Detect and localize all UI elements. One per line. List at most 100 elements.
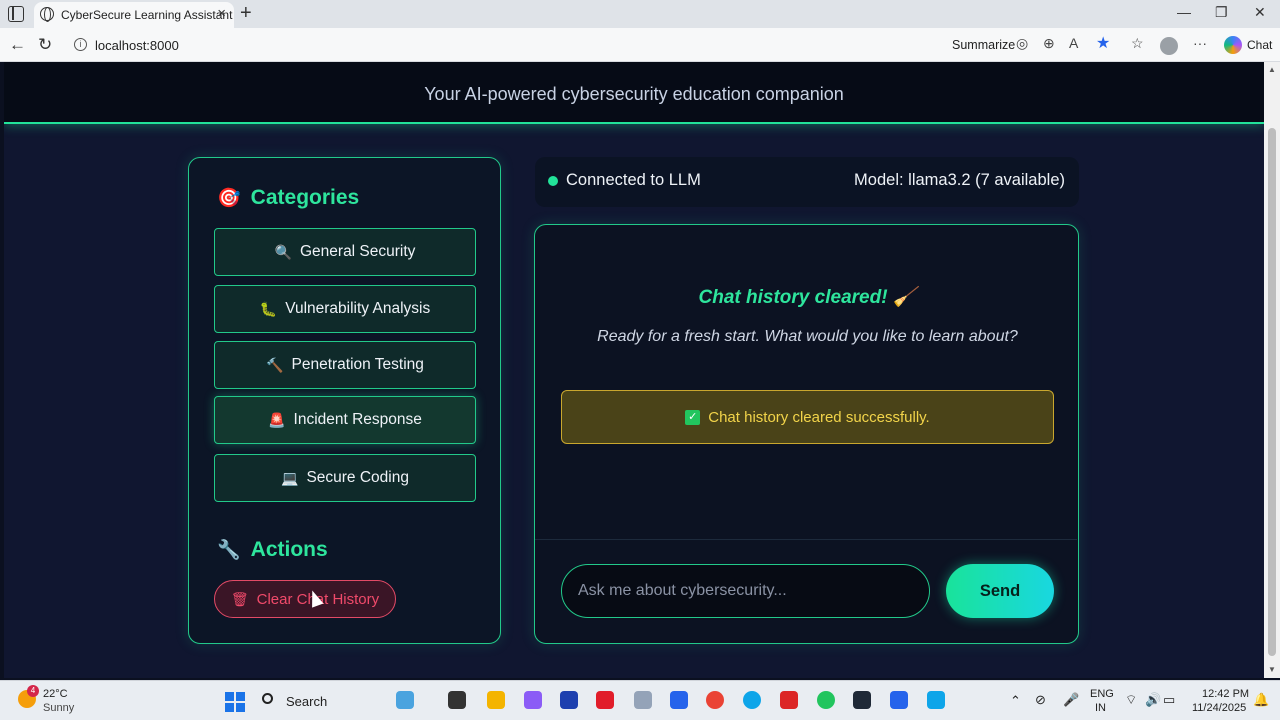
language-secondary[interactable]: IN — [1095, 702, 1106, 714]
chat-button[interactable]: Chat — [1247, 38, 1272, 52]
console-app-icon[interactable] — [853, 691, 871, 709]
chat-heading: Chat history cleared! 🧹 — [698, 287, 917, 308]
clock-time[interactable]: 12:42 PM — [1202, 688, 1249, 700]
summarize-icon[interactable]: ◎ — [1016, 35, 1028, 52]
categories-title: Categories — [250, 186, 360, 209]
tab-title: CyberSecure Learning Assistant — [61, 8, 233, 22]
copilot-icon[interactable] — [1224, 36, 1242, 54]
category-incident-response-button[interactable]: 🚨 Incident Response — [214, 396, 476, 444]
refresh-icon[interactable]: ↻ — [38, 35, 52, 55]
search-icon — [262, 693, 273, 704]
summarize-button[interactable]: Summarize — [952, 38, 1015, 52]
git-app-icon[interactable] — [780, 691, 798, 709]
hammer-icon: 🔨 — [266, 356, 284, 373]
category-secure-coding-button[interactable]: 💻 Secure Coding — [214, 454, 476, 502]
language-primary[interactable]: ENG — [1090, 688, 1114, 700]
battery-icon[interactable]: ▭ — [1163, 692, 1175, 708]
status-dot-icon — [548, 176, 558, 186]
site-info-icon[interactable]: i — [74, 38, 87, 51]
windows-start-icon[interactable] — [225, 692, 245, 712]
notifications-icon[interactable]: 🔔 — [1253, 692, 1269, 708]
scroll-up-icon[interactable]: ▲ — [1268, 65, 1276, 74]
connection-status: Connected to LLM — [566, 171, 701, 189]
category-label: Penetration Testing — [291, 356, 424, 373]
weather-badge: 4 — [27, 685, 39, 697]
maximize-icon[interactable]: ❐ — [1215, 4, 1228, 21]
vscode-app-icon[interactable] — [890, 691, 908, 709]
category-vulnerability-analysis-button[interactable]: 🐛 Vulnerability Analysis — [214, 285, 476, 333]
siren-icon: 🚨 — [268, 411, 286, 428]
edge-app-icon[interactable] — [743, 691, 761, 709]
favorite-star-icon[interactable]: ★ — [1096, 33, 1110, 53]
minimize-icon[interactable]: — — [1177, 4, 1191, 20]
windows-taskbar: 4 22°C Sunny Search ⌃ ⊘ 🎤 ENG IN ⌔ 🔊 ▭ 1… — [0, 680, 1280, 720]
widgets-app-icon[interactable] — [396, 691, 414, 709]
page-scrollbar[interactable]: ▲ ▼ — [1264, 62, 1280, 678]
address-bar: ← ↻ i localhost:8000 Summarize ◎ ⊕ A ★ ☆… — [0, 28, 1280, 62]
volume-icon[interactable]: 🔊 — [1145, 692, 1161, 708]
wifi-icon[interactable]: ⌔ — [1125, 692, 1137, 708]
search-label: Search — [286, 694, 328, 709]
scroll-thumb[interactable] — [1268, 128, 1276, 656]
magnifier-icon: 🔍 — [274, 243, 292, 260]
checkmark-icon: ✓ — [685, 409, 701, 425]
target-icon: 🎯 — [217, 188, 241, 209]
url-text: localhost:8000 — [95, 38, 179, 53]
new-tab-icon[interactable]: + — [240, 2, 252, 25]
chat-panel: Chat history cleared! 🧹 Ready for a fres… — [534, 224, 1079, 644]
send-button[interactable]: Send — [946, 564, 1054, 618]
success-message: Chat history cleared successfully. — [708, 408, 930, 426]
weather-desc: Sunny — [43, 702, 75, 714]
read-aloud-icon[interactable]: A — [1069, 35, 1078, 51]
browser-tab-bar: CyberSecure Learning Assistant × + — ❐ ✕ — [0, 0, 1280, 28]
more-options-icon[interactable]: ··· — [1193, 35, 1207, 51]
bug-icon: 🐛 — [259, 300, 278, 317]
sync-off-icon[interactable]: ⊘ — [1035, 692, 1046, 708]
scroll-down-icon[interactable]: ▼ — [1268, 665, 1276, 674]
category-general-security-button[interactable]: 🔍 General Security — [214, 228, 476, 276]
actions-heading: 🔧 Actions — [217, 538, 328, 562]
divider — [535, 539, 1077, 540]
close-tab-icon[interactable]: × — [217, 5, 226, 22]
category-label: Vulnerability Analysis — [285, 300, 431, 317]
sidebar: 🎯 Categories 🔍 General Security 🐛 Vulnerabi… — [188, 157, 501, 644]
database-app-icon[interactable] — [634, 691, 652, 709]
weather-temp: 22°C — [43, 688, 68, 700]
zoom-icon[interactable]: ⊕ — [1043, 35, 1055, 52]
tab-actions-icon[interactable] — [8, 6, 24, 22]
chat-subtext: Ready for a fresh start. What would you … — [597, 328, 1018, 345]
connection-status-bar: Connected to LLM Model: llama3.2 (7 avai… — [535, 157, 1079, 207]
browser-tab[interactable]: CyberSecure Learning Assistant × — [34, 2, 234, 28]
url-field[interactable]: i localhost:8000 — [66, 32, 936, 58]
clock-date[interactable]: 11/24/2025 — [1192, 702, 1246, 714]
taskbar-search[interactable]: Search — [256, 689, 386, 713]
profile-avatar[interactable] — [1160, 37, 1178, 55]
close-window-icon[interactable]: ✕ — [1254, 4, 1266, 21]
snipping-tool-icon[interactable] — [927, 691, 945, 709]
file-explorer-icon[interactable] — [487, 691, 505, 709]
category-label: Incident Response — [293, 411, 422, 428]
category-penetration-testing-button[interactable]: 🔨 Penetration Testing — [214, 341, 476, 389]
chrome-app-icon[interactable] — [706, 691, 724, 709]
copilot-app-icon[interactable] — [524, 691, 542, 709]
azure-app-icon[interactable] — [670, 691, 688, 709]
store-app-icon[interactable] — [560, 691, 578, 709]
laptop-icon: 💻 — [281, 469, 299, 486]
microphone-icon[interactable]: 🎤 — [1063, 692, 1079, 708]
model-info: Model: llama3.2 (7 available) — [854, 171, 1065, 189]
youtube-app-icon[interactable] — [596, 691, 614, 709]
back-icon[interactable]: ← — [9, 35, 26, 55]
whatsapp-app-icon[interactable] — [817, 691, 835, 709]
categories-heading: 🎯 Categories — [217, 186, 359, 210]
success-alert: ✓ Chat history cleared successfully. — [561, 390, 1054, 444]
favorites-icon[interactable]: ☆ — [1131, 35, 1144, 52]
page-subtitle: Your AI-powered cybersecurity education … — [424, 84, 844, 104]
category-label: Secure Coding — [306, 469, 409, 486]
wrench-icon: 🔧 — [217, 540, 241, 561]
clear-chat-history-button[interactable]: 🗑 Clear Chat History — [214, 580, 396, 618]
terminal-app-icon[interactable] — [448, 691, 466, 709]
page-viewport: Your AI-powered cybersecurity education … — [4, 62, 1264, 678]
tray-expand-icon[interactable]: ⌃ — [1010, 693, 1021, 709]
chat-input[interactable] — [561, 564, 930, 618]
page-header: Your AI-powered cybersecurity education … — [4, 62, 1264, 124]
